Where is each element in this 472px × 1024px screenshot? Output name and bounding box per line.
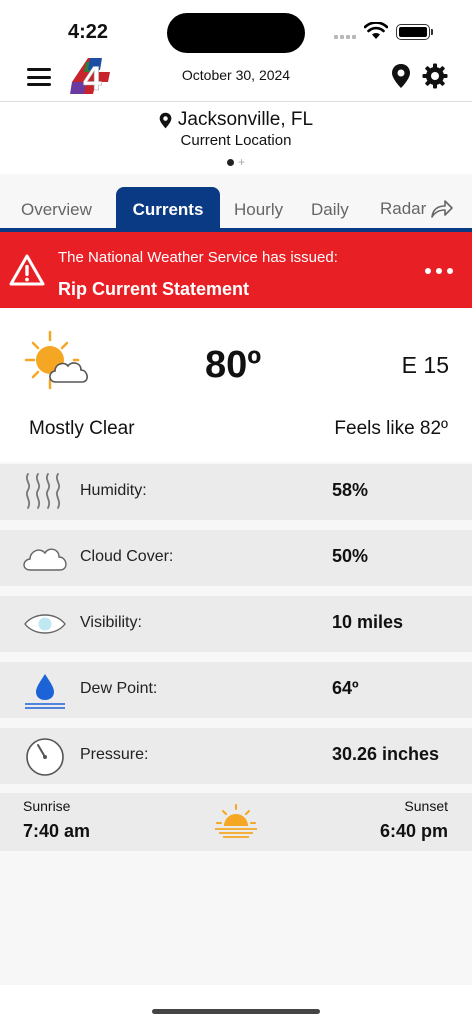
gauge-icon <box>26 738 64 776</box>
condition-text: Mostly Clear <box>29 418 135 439</box>
share-arrow-icon <box>431 200 454 218</box>
alert-issuer: The National Weather Service has issued: <box>58 249 338 266</box>
battery-icon <box>396 24 430 40</box>
detail-row-dew-point: Dew Point: 64º <box>0 662 472 718</box>
sunset-label: Sunset <box>404 798 448 814</box>
current-conditions: 80º E 15 Mostly Clear Feels like 82º <box>0 308 472 462</box>
detail-row-visibility: Visibility: 10 miles <box>0 596 472 652</box>
detail-row-pressure: Pressure: 30.26 inches <box>0 728 472 784</box>
pressure-label: Pressure: <box>80 746 149 763</box>
detail-row-cloud-cover: Cloud Cover: 50% <box>0 530 472 586</box>
bottom-safe-area <box>0 985 472 1024</box>
cloud-icon <box>23 548 67 571</box>
dew-point-label: Dew Point: <box>80 680 158 697</box>
detail-row-humidity: Humidity: 58% <box>0 464 472 520</box>
add-location-icon[interactable]: + <box>238 155 245 169</box>
visibility-value: 10 miles <box>332 612 404 632</box>
wifi-icon <box>364 22 388 39</box>
cellular-signal-icon <box>334 35 356 39</box>
tab-daily[interactable]: Daily <box>311 187 349 231</box>
dew-point-value: 64º <box>332 678 359 698</box>
tab-radar-label: Radar <box>380 199 427 218</box>
feels-like: Feels like 82º <box>334 418 448 439</box>
status-time: 4:22 <box>68 21 109 43</box>
location-pin-icon[interactable] <box>391 63 411 89</box>
visibility-label: Visibility: <box>80 614 142 631</box>
sunrise-sunset-row: Sunrise 7:40 am Sunset 6:40 pm <box>0 793 472 851</box>
tab-radar[interactable]: Radar <box>380 187 454 231</box>
pressure-value: 30.26 inches <box>332 744 440 764</box>
home-indicator[interactable] <box>152 1009 320 1014</box>
sunset-icon <box>215 804 257 838</box>
tab-overview[interactable]: Overview <box>21 187 92 231</box>
location-pin-icon <box>159 112 172 128</box>
droplet-icon <box>25 674 65 709</box>
warning-icon <box>9 254 45 286</box>
humidity-value: 58% <box>332 480 369 500</box>
humidity-icon <box>25 473 61 509</box>
humidity-label: Humidity: <box>80 482 147 499</box>
sunset-time: 6:40 pm <box>379 821 448 841</box>
tab-hourly[interactable]: Hourly <box>234 187 283 231</box>
tab-bar: Overview Currents Hourly Daily Radar <box>0 187 472 231</box>
more-options-icon[interactable] <box>425 268 453 274</box>
cloud-cover-label: Cloud Cover: <box>80 548 174 565</box>
sunrise-label: Sunrise <box>23 798 71 814</box>
app-header: 4 October 30, 2024 <box>0 58 472 102</box>
alert-title: Rip Current Statement <box>58 279 250 299</box>
cloud-cover-value: 50% <box>332 546 369 566</box>
tab-currents[interactable]: Currents <box>116 187 220 231</box>
partly-cloudy-icon <box>24 330 88 390</box>
page-dot-active <box>226 158 234 166</box>
eye-icon <box>24 614 66 634</box>
location-subtitle: Current Location <box>180 132 292 149</box>
sunrise-time: 7:40 am <box>23 821 91 841</box>
dynamic-island <box>167 13 305 53</box>
wind-speed: E 15 <box>401 352 449 378</box>
city-line: Jacksonville, FL <box>0 109 472 131</box>
status-bar: 4:22 <box>0 0 472 60</box>
city-name: Jacksonville, FL <box>177 109 314 130</box>
gear-icon[interactable] <box>422 63 448 89</box>
current-temperature: 80º <box>205 344 262 386</box>
page-indicator[interactable]: + <box>0 155 472 169</box>
location-header: Jacksonville, FL Current Location + <box>0 102 472 174</box>
weather-alert-banner[interactable]: The National Weather Service has issued:… <box>0 232 472 308</box>
